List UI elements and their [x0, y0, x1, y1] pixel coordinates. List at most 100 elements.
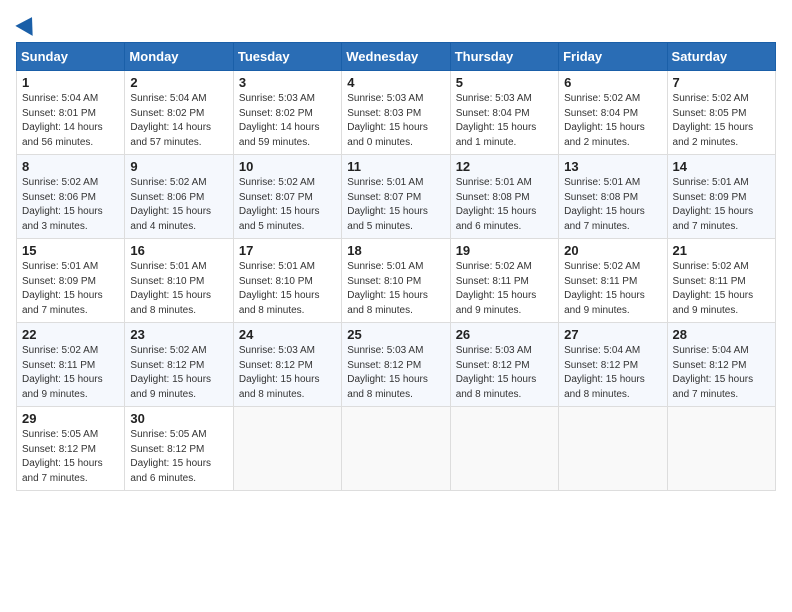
day-info: Sunrise: 5:01 AMSunset: 8:08 PMDaylight:… [564, 176, 661, 234]
day-number: 28 [673, 327, 770, 342]
col-header-friday: Friday [559, 43, 667, 71]
table-row: 28 Sunrise: 5:04 AMSunset: 8:12 PMDayligh… [667, 323, 775, 407]
table-row: 25 Sunrise: 5:03 AMSunset: 8:12 PMDayligh… [342, 323, 450, 407]
table-row: 16 Sunrise: 5:01 AMSunset: 8:10 PMDayligh… [125, 239, 233, 323]
table-row: 10Sunrise: 5:02 AMSunset: 8:07 PMDayligh… [233, 155, 341, 239]
table-row: 9 Sunrise: 5:02 AMSunset: 8:06 PMDaylight… [125, 155, 233, 239]
logo [16, 16, 38, 34]
day-number: 15 [22, 243, 119, 258]
table-row: 23Sunrise: 5:02 AMSunset: 8:12 PMDayligh… [125, 323, 233, 407]
day-number: 21 [673, 243, 770, 258]
day-number: 1 [22, 75, 119, 90]
col-header-thursday: Thursday [450, 43, 558, 71]
day-info: Sunrise: 5:02 AMSunset: 8:11 PMDaylight:… [456, 260, 553, 318]
day-info: Sunrise: 5:01 AMSunset: 8:10 PMDaylight:… [130, 260, 227, 318]
day-number: 22 [22, 327, 119, 342]
table-row: 22 Sunrise: 5:02 AMSunset: 8:11 PMDayligh… [17, 323, 125, 407]
day-info: Sunrise: 5:01 AMSunset: 8:09 PMDaylight:… [22, 260, 119, 318]
day-info: Sunrise: 5:02 AMSunset: 8:11 PMDaylight:… [673, 260, 770, 318]
day-number: 6 [564, 75, 661, 90]
table-row: 26 Sunrise: 5:03 AMSunset: 8:12 PMDayligh… [450, 323, 558, 407]
day-number: 24 [239, 327, 336, 342]
day-info: Sunrise: 5:03 AMSunset: 8:12 PMDaylight:… [456, 344, 553, 402]
calendar: SundayMondayTuesdayWednesdayThursdayFrid… [16, 42, 776, 491]
table-row: 30Sunrise: 5:05 AMSunset: 8:12 PMDayligh… [125, 407, 233, 491]
day-info: Sunrise: 5:01 AMSunset: 8:10 PMDaylight:… [347, 260, 444, 318]
day-info: Sunrise: 5:01 AMSunset: 8:10 PMDaylight:… [239, 260, 336, 318]
day-number: 3 [239, 75, 336, 90]
table-row: 18 Sunrise: 5:01 AMSunset: 8:10 PMDayligh… [342, 239, 450, 323]
col-header-tuesday: Tuesday [233, 43, 341, 71]
day-info: Sunrise: 5:01 AMSunset: 8:08 PMDaylight:… [456, 176, 553, 234]
day-number: 16 [130, 243, 227, 258]
table-row: 15 Sunrise: 5:01 AMSunset: 8:09 PMDayligh… [17, 239, 125, 323]
day-info: Sunrise: 5:01 AMSunset: 8:09 PMDaylight:… [673, 176, 770, 234]
day-info: Sunrise: 5:03 AMSunset: 8:12 PMDaylight:… [239, 344, 336, 402]
day-number: 27 [564, 327, 661, 342]
day-number: 10 [239, 159, 336, 174]
table-row: 4 Sunrise: 5:03 AMSunset: 8:03 PMDaylight… [342, 71, 450, 155]
calendar-week-4: 22 Sunrise: 5:02 AMSunset: 8:11 PMDayligh… [17, 323, 776, 407]
day-info: Sunrise: 5:04 AMSunset: 8:01 PMDaylight:… [22, 92, 119, 150]
day-info: Sunrise: 5:05 AMSunset: 8:12 PMDaylight:… [22, 428, 119, 486]
day-number: 29 [22, 411, 119, 426]
day-number: 8 [22, 159, 119, 174]
day-number: 23 [130, 327, 227, 342]
table-row: 20 Sunrise: 5:02 AMSunset: 8:11 PMDayligh… [559, 239, 667, 323]
day-info: Sunrise: 5:04 AMSunset: 8:02 PMDaylight:… [130, 92, 227, 150]
day-number: 20 [564, 243, 661, 258]
calendar-week-1: 1 Sunrise: 5:04 AMSunset: 8:01 PMDaylight… [17, 71, 776, 155]
table-row: 11 Sunrise: 5:01 AMSunset: 8:07 PMDayligh… [342, 155, 450, 239]
table-row: 13 Sunrise: 5:01 AMSunset: 8:08 PMDayligh… [559, 155, 667, 239]
day-number: 17 [239, 243, 336, 258]
table-row: 7 Sunrise: 5:02 AMSunset: 8:05 PMDaylight… [667, 71, 775, 155]
day-number: 19 [456, 243, 553, 258]
day-info: Sunrise: 5:02 AMSunset: 8:06 PMDaylight:… [130, 176, 227, 234]
table-row [342, 407, 450, 491]
day-number: 7 [673, 75, 770, 90]
calendar-week-3: 15 Sunrise: 5:01 AMSunset: 8:09 PMDayligh… [17, 239, 776, 323]
day-number: 11 [347, 159, 444, 174]
table-row: 1 Sunrise: 5:04 AMSunset: 8:01 PMDaylight… [17, 71, 125, 155]
day-info: Sunrise: 5:03 AMSunset: 8:02 PMDaylight:… [239, 92, 336, 150]
day-number: 14 [673, 159, 770, 174]
day-info: Sunrise: 5:03 AMSunset: 8:12 PMDaylight:… [347, 344, 444, 402]
table-row: 5Sunrise: 5:03 AMSunset: 8:04 PMDaylight… [450, 71, 558, 155]
day-info: Sunrise: 5:05 AMSunset: 8:12 PMDaylight:… [130, 428, 227, 486]
day-info: Sunrise: 5:02 AMSunset: 8:05 PMDaylight:… [673, 92, 770, 150]
calendar-week-2: 8 Sunrise: 5:02 AMSunset: 8:06 PMDaylight… [17, 155, 776, 239]
day-info: Sunrise: 5:03 AMSunset: 8:03 PMDaylight:… [347, 92, 444, 150]
table-row: 24 Sunrise: 5:03 AMSunset: 8:12 PMDayligh… [233, 323, 341, 407]
day-number: 18 [347, 243, 444, 258]
header [16, 16, 776, 34]
day-number: 26 [456, 327, 553, 342]
day-info: Sunrise: 5:02 AMSunset: 8:11 PMDaylight:… [22, 344, 119, 402]
col-header-wednesday: Wednesday [342, 43, 450, 71]
day-number: 13 [564, 159, 661, 174]
table-row: 19 Sunrise: 5:02 AMSunset: 8:11 PMDayligh… [450, 239, 558, 323]
col-header-saturday: Saturday [667, 43, 775, 71]
table-row: 2 Sunrise: 5:04 AMSunset: 8:02 PMDaylight… [125, 71, 233, 155]
day-info: Sunrise: 5:04 AMSunset: 8:12 PMDaylight:… [564, 344, 661, 402]
table-row: 6 Sunrise: 5:02 AMSunset: 8:04 PMDaylight… [559, 71, 667, 155]
col-header-monday: Monday [125, 43, 233, 71]
day-info: Sunrise: 5:02 AMSunset: 8:06 PMDaylight:… [22, 176, 119, 234]
table-row: 29 Sunrise: 5:05 AMSunset: 8:12 PMDayligh… [17, 407, 125, 491]
logo-triangle-icon [15, 12, 40, 36]
table-row [233, 407, 341, 491]
table-row: 8 Sunrise: 5:02 AMSunset: 8:06 PMDaylight… [17, 155, 125, 239]
day-info: Sunrise: 5:02 AMSunset: 8:11 PMDaylight:… [564, 260, 661, 318]
table-row [559, 407, 667, 491]
day-number: 4 [347, 75, 444, 90]
table-row: 17 Sunrise: 5:01 AMSunset: 8:10 PMDayligh… [233, 239, 341, 323]
day-number: 2 [130, 75, 227, 90]
day-info: Sunrise: 5:04 AMSunset: 8:12 PMDaylight:… [673, 344, 770, 402]
table-row: 3 Sunrise: 5:03 AMSunset: 8:02 PMDaylight… [233, 71, 341, 155]
day-number: 25 [347, 327, 444, 342]
day-info: Sunrise: 5:02 AMSunset: 8:04 PMDaylight:… [564, 92, 661, 150]
day-info: Sunrise: 5:01 AMSunset: 8:07 PMDaylight:… [347, 176, 444, 234]
table-row: 27 Sunrise: 5:04 AMSunset: 8:12 PMDayligh… [559, 323, 667, 407]
day-number: 9 [130, 159, 227, 174]
day-number: 12 [456, 159, 553, 174]
table-row [667, 407, 775, 491]
